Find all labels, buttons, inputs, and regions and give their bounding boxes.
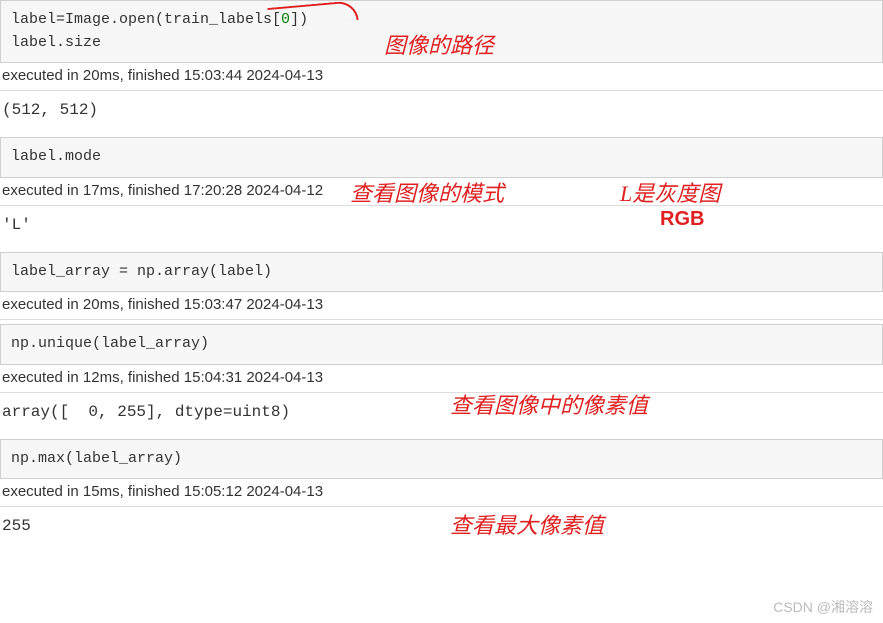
execution-info: executed in 20ms, finished 15:03:47 2024…	[0, 292, 883, 320]
code-line: np.unique(label_array)	[11, 335, 209, 352]
notebook-cell: label_array = np.array(label) executed i…	[0, 252, 883, 321]
execution-info: executed in 17ms, finished 17:20:28 2024…	[0, 178, 883, 206]
cell-output: 255	[0, 507, 883, 549]
cell-output: (512, 512)	[0, 91, 883, 133]
execution-info: executed in 15ms, finished 15:05:12 2024…	[0, 479, 883, 507]
code-number: 0	[281, 11, 290, 28]
cell-output: 'L'	[0, 206, 883, 248]
code-line: np.max(label_array)	[11, 450, 182, 467]
code-input[interactable]: label.mode	[0, 137, 883, 178]
code-line: label_array = np.array(label)	[11, 263, 272, 280]
notebook-cell: np.max(label_array) executed in 15ms, fi…	[0, 439, 883, 550]
execution-info: executed in 12ms, finished 15:04:31 2024…	[0, 365, 883, 393]
notebook-cell: label=Image.open(train_labels[0]) label.…	[0, 0, 883, 133]
code-line: label.size	[11, 34, 101, 51]
code-input[interactable]: label=Image.open(train_labels[0]) label.…	[0, 0, 883, 63]
notebook-cell: np.unique(label_array) executed in 12ms,…	[0, 324, 883, 435]
code-input[interactable]: np.unique(label_array)	[0, 324, 883, 365]
execution-info: executed in 20ms, finished 15:03:44 2024…	[0, 63, 883, 91]
code-input[interactable]: label_array = np.array(label)	[0, 252, 883, 293]
cell-output: array([ 0, 255], dtype=uint8)	[0, 393, 883, 435]
watermark: CSDN @湘溶溶	[773, 597, 873, 617]
code-input[interactable]: np.max(label_array)	[0, 439, 883, 480]
code-line: label.mode	[11, 148, 101, 165]
code-line: label=Image.open(train_labels[0])	[11, 11, 308, 28]
notebook-cell: label.mode executed in 17ms, finished 17…	[0, 137, 883, 248]
